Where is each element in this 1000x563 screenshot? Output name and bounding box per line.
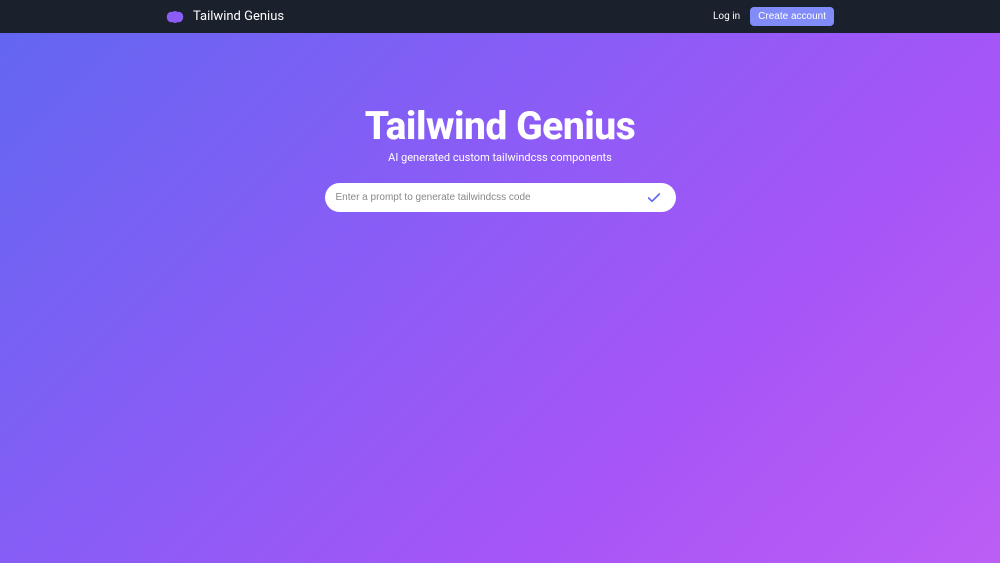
prompt-input[interactable] (336, 192, 646, 203)
prompt-container (325, 183, 676, 212)
login-link[interactable]: Log in (713, 11, 740, 22)
hero-subtitle: AI generated custom tailwindcss componen… (388, 151, 612, 164)
brand-name: Tailwind Genius (193, 9, 284, 24)
navbar: Tailwind Genius Log in Create account (0, 0, 1000, 33)
submit-checkmark-icon[interactable] (646, 190, 662, 206)
hero-section: Tailwind Genius AI generated custom tail… (0, 33, 1000, 563)
navbar-right: Log in Create account (713, 7, 834, 26)
brain-logo-icon (166, 11, 184, 23)
navbar-left: Tailwind Genius (166, 9, 284, 24)
hero-title: Tailwind Genius (365, 103, 635, 149)
create-account-button[interactable]: Create account (750, 7, 834, 26)
